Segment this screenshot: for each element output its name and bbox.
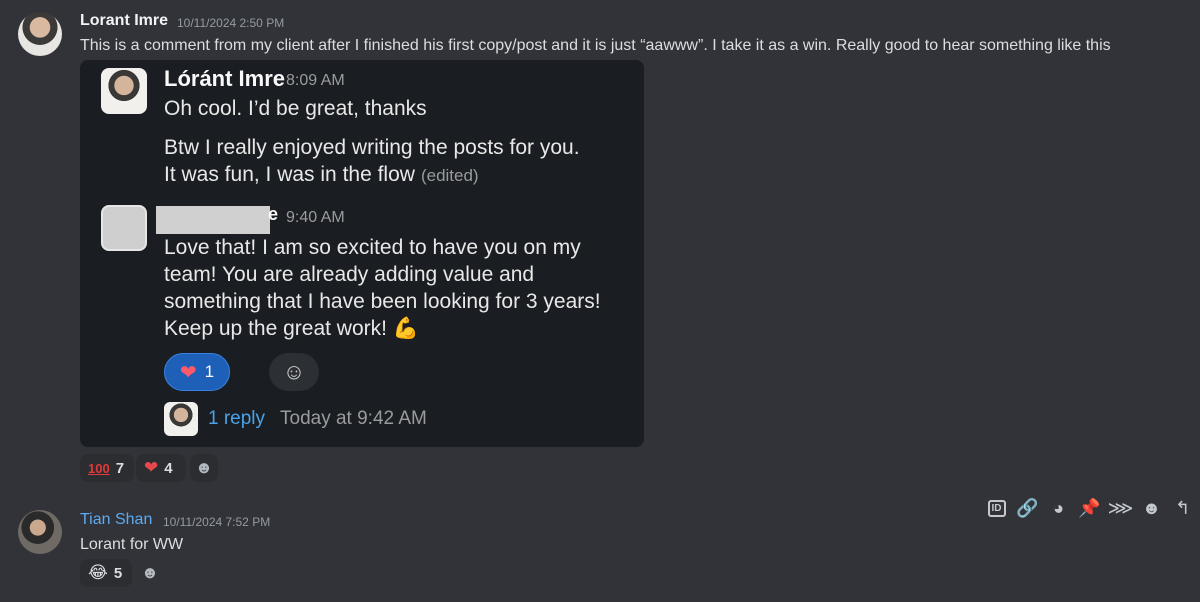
- copy-link-button[interactable]: 🔗: [1015, 496, 1040, 521]
- add-reaction-button[interactable]: ☻: [136, 559, 164, 587]
- pin-icon: 📌: [1078, 497, 1101, 518]
- screenshot-line: Love that! I am so excited to have you o…: [164, 236, 581, 259]
- copy-id-button[interactable]: ID: [984, 496, 1009, 521]
- heart-icon: ❤: [144, 458, 159, 477]
- face-with-tears-of-joy-icon: 😂: [88, 563, 108, 582]
- reply-icon: ↰: [1174, 497, 1191, 518]
- add-reaction-icon: ☻: [141, 563, 159, 582]
- screenshot-line: It was fun, I was in the flow (edited): [164, 161, 479, 189]
- message-timestamp: 10/11/2024 7:52 PM: [163, 515, 271, 529]
- reaction-joy[interactable]: 😂 5: [80, 559, 132, 587]
- avatar[interactable]: [18, 12, 62, 56]
- message-toolbar: ID 🔗 ◕ 📌 ⋙ ☻ ↰: [984, 494, 1195, 522]
- copy-link-icon: 🔗: [1016, 497, 1039, 518]
- reply-button[interactable]: ↰: [1170, 496, 1195, 521]
- screenshot-line: Keep up the great work! 💪: [164, 315, 419, 342]
- screenshot-time: 8:09 AM: [286, 72, 345, 89]
- add-reaction-button[interactable]: ☻: [1139, 496, 1164, 521]
- screenshot-line-text: It was fun, I was in the flow: [164, 163, 415, 186]
- reaction-count: 1: [204, 362, 215, 381]
- mark-unread-icon: ⋙: [1107, 497, 1134, 518]
- create-thread-button[interactable]: ◕: [1046, 496, 1071, 521]
- reply-time: Today at 9:42 AM: [280, 408, 427, 429]
- copy-id-icon: ID: [987, 499, 1006, 517]
- screenshot-author-suffix: e: [268, 204, 279, 224]
- add-reaction-icon: ☻: [1142, 497, 1161, 518]
- reaction-count: 7: [115, 459, 125, 477]
- reply-link: 1 reply: [208, 408, 266, 429]
- screenshot-line: Oh cool. I’d be great, thanks: [164, 97, 427, 120]
- screenshot-line: something that I have been looking for 3…: [164, 290, 601, 313]
- screenshot-author: Lóránt Imre: [164, 66, 286, 91]
- reaction-count: 5: [113, 564, 123, 582]
- reaction-hundred[interactable]: 100 7: [80, 454, 134, 482]
- reply-thread-icon: ◕: [1053, 497, 1064, 518]
- message-author[interactable]: Lorant Imre: [80, 12, 168, 30]
- chat-page: Lorant Imre 10/11/2024 2:50 PM This is a…: [0, 0, 1200, 602]
- screenshot-heart-reaction: ❤ 1: [164, 353, 230, 391]
- reaction-heart[interactable]: ❤ 4: [136, 454, 186, 482]
- message-timestamp: 10/11/2024 2:50 PM: [177, 16, 285, 30]
- message-author[interactable]: Tian Shan: [80, 511, 152, 529]
- screenshot-avatar: [101, 68, 147, 114]
- add-reaction-button[interactable]: ☻: [190, 454, 218, 482]
- screenshot-line-text: Keep up the great work!: [164, 317, 387, 340]
- reply-avatar: [164, 402, 198, 436]
- embedded-screenshot[interactable]: Lóránt Imre 8:09 AM Oh cool. I’d be grea…: [80, 60, 644, 447]
- screenshot-avatar-redacted: [101, 205, 147, 251]
- screenshot-line: team! You are already adding value and: [164, 263, 535, 286]
- heart-icon: ❤: [179, 361, 197, 384]
- add-reaction-icon: ☺: [269, 353, 319, 391]
- redacted-name: [156, 206, 270, 234]
- message-text: This is a comment from my client after I…: [80, 37, 1111, 54]
- add-reaction-icon: ☻: [195, 458, 213, 477]
- mark-unread-button[interactable]: ⋙: [1107, 496, 1134, 521]
- edited-label: (edited): [420, 166, 479, 185]
- pin-button[interactable]: 📌: [1077, 496, 1102, 521]
- screenshot-time: 9:40 AM: [286, 209, 345, 226]
- screenshot-line: Btw I really enjoyed writing the posts f…: [164, 136, 580, 159]
- avatar[interactable]: [18, 510, 62, 554]
- message-text: Lorant for WW: [80, 536, 184, 553]
- hundred-points-icon: 100: [88, 460, 110, 476]
- flexed-biceps-icon: 💪: [392, 317, 419, 340]
- reaction-count: 4: [164, 459, 173, 477]
